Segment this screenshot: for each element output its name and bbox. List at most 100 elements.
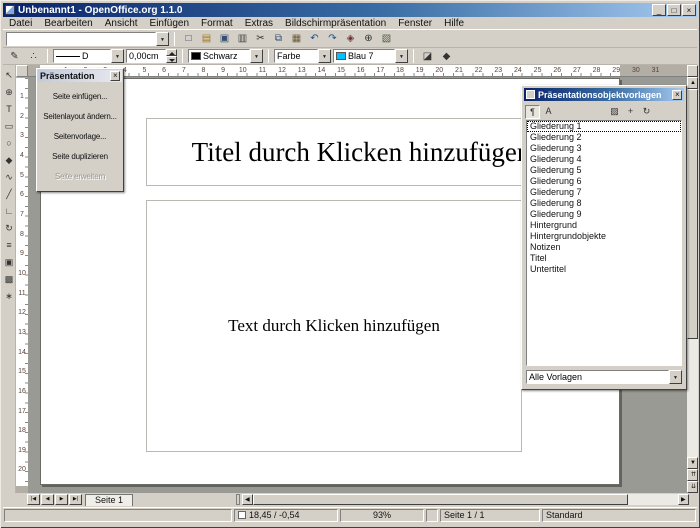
page-tab[interactable]: Seite 1 (85, 494, 133, 506)
update-style-icon[interactable]: ↻ (639, 105, 654, 119)
style-list-item[interactable]: Gliederung 4 (527, 154, 681, 165)
graphic-styles-icon[interactable]: A (541, 105, 556, 119)
first-page-button[interactable]: |◀ (27, 494, 40, 505)
print-icon[interactable]: ▥ (234, 31, 251, 47)
menu-item[interactable]: Hilfe (438, 17, 470, 30)
vertical-scrollbar[interactable] (687, 65, 698, 493)
stylist-titlebar[interactable]: Präsentationsobjektvorlagen (524, 88, 684, 101)
menu-item[interactable]: Einfügen (144, 17, 195, 30)
paste-icon[interactable]: ▦ (288, 31, 305, 47)
url-combo-arrow-icon[interactable] (156, 32, 169, 46)
glue-points-icon[interactable]: ∴ (25, 48, 42, 64)
previous-page-button[interactable]: ◀ (41, 494, 54, 505)
lines-arrows-tool-icon[interactable]: ╱ (3, 185, 16, 202)
palette-close-icon[interactable] (110, 71, 120, 81)
minimize-button[interactable]: _ (652, 4, 666, 16)
vertical-scroll-track[interactable] (687, 89, 698, 457)
alignment-tool-icon[interactable]: ≡ (3, 236, 16, 253)
line-width-increase-icon[interactable] (166, 49, 177, 56)
vertical-scroll-thumb[interactable] (687, 89, 698, 339)
fill-color-arrow-icon[interactable] (395, 49, 408, 63)
zoom-tool-icon[interactable]: ⊕ (3, 83, 16, 100)
palette-command[interactable]: Seitenlayout ändern... (38, 106, 122, 126)
text-placeholder[interactable]: Text durch Klicken hinzufügen (146, 200, 522, 452)
zoom-icon[interactable]: ⊕ (360, 31, 377, 47)
menu-item[interactable]: Ansicht (99, 17, 144, 30)
scroll-down-icon[interactable] (687, 457, 698, 469)
style-list-item[interactable]: Gliederung 9 (527, 209, 681, 220)
rotate-tool-icon[interactable]: ↻ (3, 219, 16, 236)
fill-type-arrow-icon[interactable] (318, 49, 331, 63)
menu-item[interactable]: Bildschirmpräsentation (279, 17, 392, 30)
3d-effects-icon[interactable]: ◆ (438, 48, 455, 64)
close-button[interactable]: × (682, 4, 696, 16)
redo-icon[interactable]: ↷ (324, 31, 341, 47)
previous-page-scroll-icon[interactable] (687, 469, 698, 481)
style-list-item[interactable]: Gliederung 3 (527, 143, 681, 154)
style-list-item[interactable]: Gliederung 2 (527, 132, 681, 143)
new-document-icon[interactable]: □ (180, 31, 197, 47)
horizontal-scroll-track[interactable] (253, 494, 678, 505)
stylist-close-icon[interactable] (672, 90, 682, 100)
line-width-input[interactable] (126, 49, 166, 63)
undo-icon[interactable]: ↶ (306, 31, 323, 47)
horizontal-scroll-thumb[interactable] (253, 494, 628, 505)
ellipse-tool-icon[interactable]: ○ (3, 134, 16, 151)
cut-icon[interactable]: ✂ (252, 31, 269, 47)
fill-format-mode-icon[interactable]: ▨ (607, 105, 622, 119)
select-tool-icon[interactable]: ↖ (3, 66, 16, 83)
navigator-icon[interactable]: ◈ (342, 31, 359, 47)
scroll-right-icon[interactable] (678, 494, 689, 505)
curve-tool-icon[interactable]: ∿ (3, 168, 16, 185)
palette-command[interactable]: Seite duplizieren (38, 146, 122, 166)
style-list[interactable]: Gliederung 1Gliederung 2Gliederung 3Glie… (526, 120, 682, 366)
style-list-item[interactable]: Untertitel (527, 264, 681, 275)
connectors-tool-icon[interactable]: ∟ (3, 202, 16, 219)
save-document-icon[interactable]: ▣ (216, 31, 233, 47)
text-tool-icon[interactable]: T (3, 100, 16, 117)
menu-item[interactable]: Format (195, 17, 239, 30)
next-page-button[interactable]: ▶ (55, 494, 68, 505)
scrollbar-option-button[interactable] (687, 65, 698, 77)
scroll-up-icon[interactable] (687, 77, 698, 89)
title-placeholder[interactable]: Titel durch Klicken hinzufügen (146, 118, 576, 186)
style-list-item[interactable]: Gliederung 7 (527, 187, 681, 198)
presentation-styles-icon[interactable]: ¶ (525, 105, 540, 119)
horizontal-scrollbar[interactable] (242, 494, 689, 505)
rectangle-tool-icon[interactable]: ▭ (3, 117, 16, 134)
style-list-item[interactable]: Gliederung 5 (527, 165, 681, 176)
palette-command[interactable]: Seitenvorlage... (38, 126, 122, 146)
maximize-button[interactable]: □ (667, 4, 681, 16)
scroll-left-icon[interactable] (242, 494, 253, 505)
style-list-item[interactable]: Gliederung 1 (527, 121, 681, 132)
line-color-arrow-icon[interactable] (250, 49, 263, 63)
open-document-icon[interactable]: ▤ (198, 31, 215, 47)
arrange-tool-icon[interactable]: ▣ (3, 253, 16, 270)
status-style-field[interactable]: Standard (542, 509, 696, 522)
gallery-icon[interactable]: ▧ (378, 31, 395, 47)
line-style-arrow-icon[interactable] (111, 49, 124, 63)
url-input[interactable] (6, 32, 156, 46)
style-list-item[interactable]: Titel (527, 253, 681, 264)
style-list-item[interactable]: Hintergrund (527, 220, 681, 231)
3d-objects-tool-icon[interactable]: ◆ (3, 151, 16, 168)
line-width-decrease-icon[interactable] (166, 56, 177, 63)
shadow-icon[interactable]: ◪ (419, 48, 436, 64)
next-page-scroll-icon[interactable] (687, 481, 698, 493)
menu-item[interactable]: Fenster (392, 17, 438, 30)
style-list-item[interactable]: Hintergrundobjekte (527, 231, 681, 242)
insert-tool-icon[interactable]: ▩ (3, 270, 16, 287)
palette-command[interactable]: Seite einfügen... (38, 86, 122, 106)
new-style-from-selection-icon[interactable]: + (623, 105, 638, 119)
last-page-button[interactable]: ▶| (69, 494, 82, 505)
style-list-item[interactable]: Notizen (527, 242, 681, 253)
status-zoom-field[interactable]: 93% (340, 509, 424, 522)
menu-item[interactable]: Datei (3, 17, 38, 30)
edit-points-icon[interactable]: ✎ (6, 48, 23, 64)
palette-command[interactable]: Seite erweitern (38, 166, 122, 186)
vertical-ruler[interactable]: 1234567891011121314151617181920 (16, 77, 28, 493)
style-list-item[interactable]: Gliederung 6 (527, 176, 681, 187)
menu-item[interactable]: Bearbeiten (38, 17, 98, 30)
style-filter-arrow-icon[interactable] (669, 370, 682, 384)
effects-tool-icon[interactable]: ∗ (3, 287, 16, 304)
